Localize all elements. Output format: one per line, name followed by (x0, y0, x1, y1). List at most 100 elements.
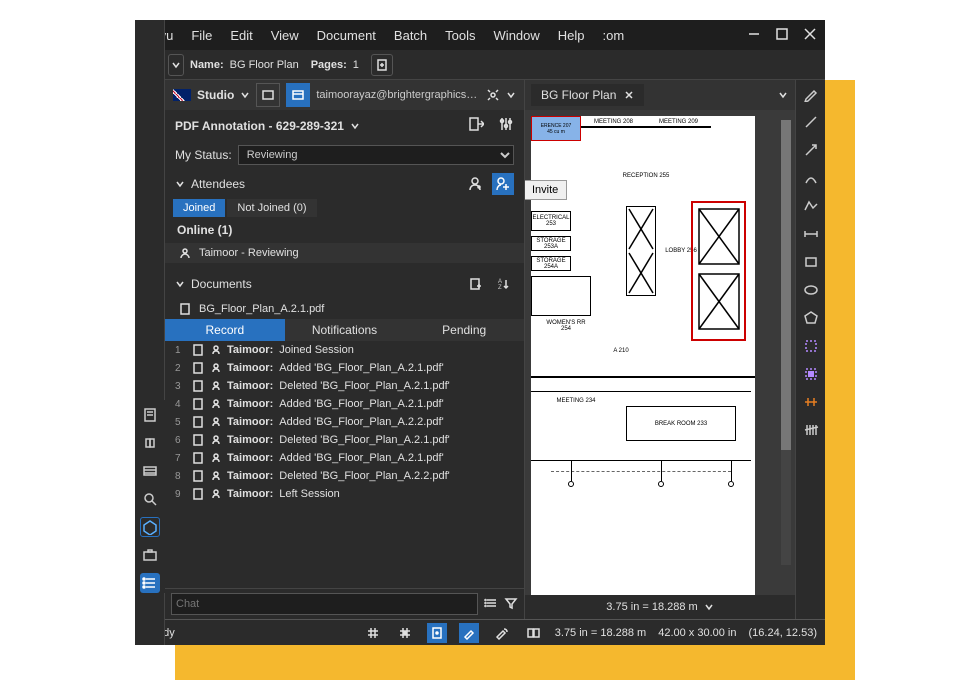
scrollbar-vertical[interactable] (781, 120, 791, 565)
document-row[interactable]: BG_Floor_Plan_A.2.1.pdf (165, 299, 524, 319)
joined-tab[interactable]: Joined (173, 199, 225, 217)
chevron-down-icon[interactable] (240, 90, 250, 100)
new-page-button[interactable] (371, 54, 393, 76)
grid-toggle-icon[interactable] (363, 623, 383, 643)
sets-icon[interactable] (140, 461, 160, 481)
sessions-button[interactable] (286, 83, 310, 107)
menu-batch[interactable]: Batch (394, 28, 427, 43)
reuse-icon[interactable] (491, 623, 511, 643)
record-row[interactable]: 9 Taimoor: Left Session (165, 485, 524, 503)
ellipse-tool-icon[interactable] (802, 281, 820, 299)
add-document-icon[interactable] (464, 273, 486, 295)
line-tool-icon[interactable] (802, 113, 820, 131)
close-icon[interactable] (803, 27, 817, 44)
dimension-tool-icon[interactable] (802, 225, 820, 243)
doc-tab[interactable]: BG Floor Plan (531, 84, 644, 106)
menu-help[interactable]: Help (558, 28, 585, 43)
record-user: Taimoor: (227, 398, 273, 410)
record-row[interactable]: 5 Taimoor: Added 'BG_Floor_Plan_A.2.2.pd… (165, 413, 524, 431)
file-icon (191, 452, 205, 464)
region-tool-icon[interactable] (802, 365, 820, 383)
studio-icon[interactable] (140, 517, 160, 537)
search-icon[interactable] (140, 489, 160, 509)
grid-icon[interactable] (140, 113, 160, 133)
list-view-icon[interactable] (484, 596, 498, 613)
menu-tools[interactable]: Tools (445, 28, 475, 43)
maximize-icon[interactable] (775, 27, 789, 44)
form-icon[interactable] (140, 405, 160, 425)
projects-button[interactable] (256, 83, 280, 107)
count-tool-icon[interactable] (802, 421, 820, 439)
record-row[interactable]: 7 Taimoor: Added 'BG_Floor_Plan_A.2.1.pd… (165, 449, 524, 467)
person-icon (211, 417, 221, 427)
links-icon[interactable] (140, 433, 160, 453)
studio-header: Studio taimoorayaz@brightergraphics.co..… (165, 80, 524, 110)
menu-view[interactable]: View (271, 28, 299, 43)
chat-input[interactable] (171, 593, 478, 615)
floor-plan-viewer[interactable]: Invite ERENCE 20745 cu m MEETING 208 MEE… (525, 110, 795, 595)
chevron-down-icon[interactable] (704, 602, 714, 612)
spaces-icon[interactable] (140, 225, 160, 245)
chevron-down-icon[interactable] (350, 121, 360, 131)
menu-document[interactable]: Document (317, 28, 376, 43)
record-row[interactable]: 2 Taimoor: Added 'BG_Floor_Plan_A.2.1.pd… (165, 359, 524, 377)
snap-content-icon[interactable] (427, 623, 447, 643)
close-tab-icon[interactable] (624, 90, 634, 100)
filter-icon[interactable] (504, 596, 518, 613)
snap-markup-icon[interactable] (459, 623, 479, 643)
sort-icon[interactable]: AZ (492, 273, 514, 295)
record-row[interactable]: 1 Taimoor: Joined Session (165, 341, 524, 359)
leave-session-icon[interactable] (468, 116, 484, 135)
settings-sliders-icon[interactable] (498, 116, 514, 135)
polyline-tool-icon[interactable] (802, 197, 820, 215)
file-menu-button[interactable] (140, 54, 162, 76)
record-row[interactable]: 8 Taimoor: Deleted 'BG_Floor_Plan_A.2.2.… (165, 467, 524, 485)
chevron-down-icon[interactable] (175, 279, 185, 289)
location-icon[interactable] (140, 197, 160, 217)
record-user: Taimoor: (227, 470, 273, 482)
polygon-tool-icon[interactable] (802, 309, 820, 327)
dropdown-button[interactable] (168, 54, 184, 76)
pages-label: Pages: (311, 59, 347, 71)
user-email: taimoorayaz@brightergraphics.co... (316, 89, 480, 101)
chevron-down-icon[interactable] (506, 90, 516, 100)
crop-tool-icon[interactable] (802, 337, 820, 355)
pending-tab[interactable]: Pending (404, 319, 524, 341)
sync-icon[interactable] (523, 623, 543, 643)
arc-tool-icon[interactable] (802, 169, 820, 187)
not-joined-tab[interactable]: Not Joined (0) (227, 199, 316, 217)
connection-icon[interactable] (486, 88, 500, 102)
align-tool-icon[interactable] (802, 393, 820, 411)
toolchest-icon[interactable] (140, 545, 160, 565)
invite-attendee-icon[interactable] (492, 173, 514, 195)
minimize-icon[interactable] (747, 27, 761, 44)
markups-list-icon[interactable] (140, 573, 160, 593)
documents-header: Documents AZ (165, 269, 524, 299)
menu-revu[interactable]: Revu (143, 28, 173, 43)
gear-icon[interactable] (140, 253, 160, 273)
record-row[interactable]: 6 Taimoor: Deleted 'BG_Floor_Plan_A.2.1.… (165, 431, 524, 449)
record-row[interactable]: 4 Taimoor: Added 'BG_Floor_Plan_A.2.1.pd… (165, 395, 524, 413)
menu-file[interactable]: File (191, 28, 212, 43)
bookmark-icon[interactable] (140, 141, 160, 161)
attendee-row[interactable]: Taimoor - Reviewing (165, 243, 524, 263)
chevron-down-icon[interactable] (777, 89, 789, 101)
record-row[interactable]: 3 Taimoor: Deleted 'BG_Floor_Plan_A.2.1.… (165, 377, 524, 395)
app-window: Revu File Edit View Document Batch Tools… (135, 20, 825, 645)
signature-icon[interactable] (140, 281, 160, 301)
status-select[interactable]: Reviewing (238, 145, 514, 165)
follow-attendee-icon[interactable] (464, 173, 486, 195)
rectangle-tool-icon[interactable] (802, 253, 820, 271)
menu-window[interactable]: Window (494, 28, 540, 43)
record-tab[interactable]: Record (165, 319, 285, 341)
layers-icon[interactable] (140, 169, 160, 189)
snap-grid-icon[interactable] (395, 623, 415, 643)
record-user: Taimoor: (227, 488, 273, 500)
thumbnails-icon[interactable] (140, 85, 160, 105)
chevron-down-icon[interactable] (175, 179, 185, 189)
notifications-tab[interactable]: Notifications (285, 319, 405, 341)
pen-tool-icon[interactable] (802, 85, 820, 103)
menu-edit[interactable]: Edit (230, 28, 252, 43)
ruler-icon[interactable] (140, 309, 160, 329)
arrow-tool-icon[interactable] (802, 141, 820, 159)
